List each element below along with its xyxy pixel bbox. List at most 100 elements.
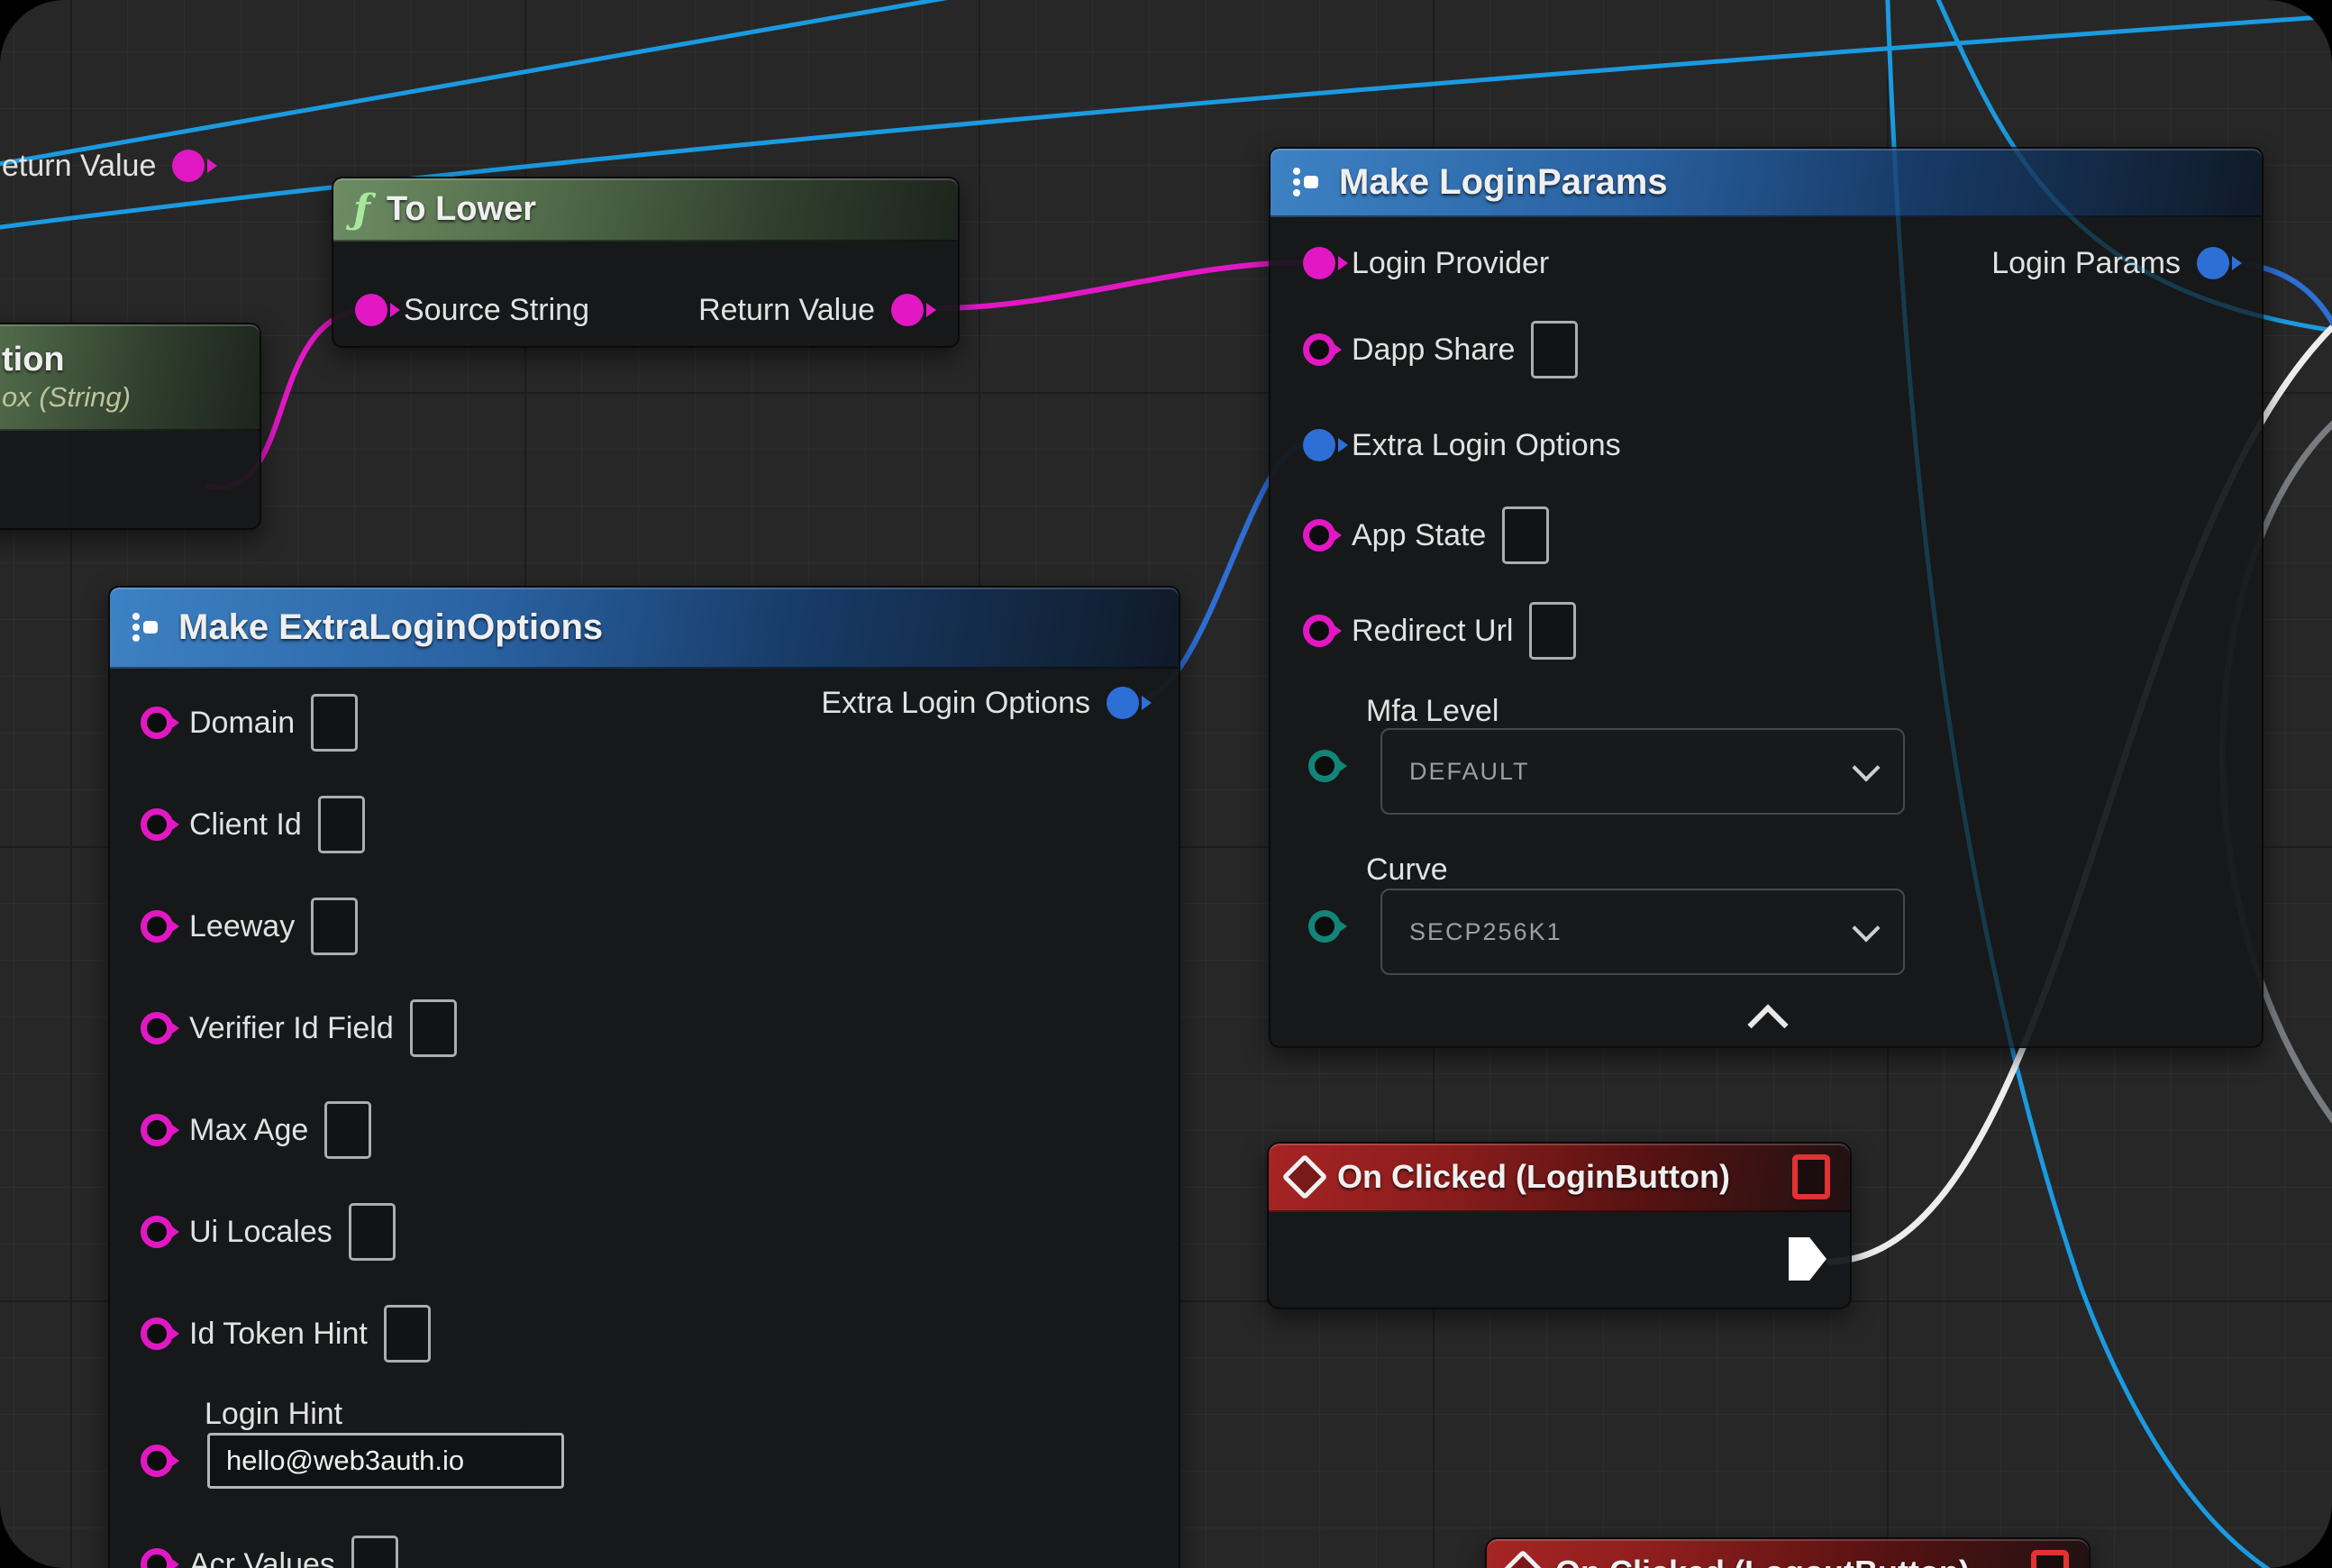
pin-row-id-token-hint: Id Token Hint	[141, 1308, 431, 1359]
node-title: Make ExtraLoginOptions	[178, 607, 603, 648]
acr-values-label: Acr Values	[189, 1547, 335, 1568]
node-title-fragment: tion	[2, 341, 65, 379]
pin-row-ui-locales: Ui Locales	[141, 1207, 396, 1257]
collapse-node-button[interactable]	[1747, 1004, 1788, 1044]
node-title: On Clicked (LogoutButton)	[1555, 1554, 2015, 1568]
node-to-lower-header[interactable]: ƒ To Lower	[333, 178, 958, 242]
node-make-login-params[interactable]: Make LoginParams Login Provider Login Pa…	[1269, 147, 2264, 1048]
id-token-hint-pin[interactable]	[141, 1317, 173, 1350]
node-on-clicked-logout-button[interactable]: On Clicked (LogoutButton)	[1485, 1537, 2091, 1568]
node-make-extra-login-options-header[interactable]: Make ExtraLoginOptions	[110, 588, 1179, 669]
source-string-pin[interactable]	[355, 294, 387, 326]
id-token-hint-value-box[interactable]	[384, 1305, 431, 1363]
app-state-value-box[interactable]	[1502, 506, 1549, 564]
client-id-label: Client Id	[189, 807, 302, 843]
dapp-share-value-box[interactable]	[1531, 321, 1578, 378]
redirect-url-label: Redirect Url	[1352, 614, 1513, 649]
ui-locales-label: Ui Locales	[189, 1215, 332, 1250]
curve-value: SECP256K1	[1409, 918, 1562, 946]
curve-label: Curve	[1366, 852, 1448, 888]
node-subtitle-fragment: ox (String)	[2, 381, 131, 414]
return-value-label: eturn Value	[2, 149, 156, 184]
graph-canvas[interactable]: tion ox (String) eturn Value ƒ To Lower …	[0, 0, 2332, 1568]
extra-login-options-out-label: Extra Login Options	[821, 686, 1090, 721]
login-hint-value: hello@web3auth.io	[226, 1445, 464, 1477]
pin-row-domain: Domain	[141, 697, 358, 748]
pin-row-login-provider: Login Provider	[1303, 238, 1549, 288]
acr-values-pin[interactable]	[141, 1548, 173, 1568]
redirect-url-value-box[interactable]	[1529, 602, 1576, 660]
curve-dropdown[interactable]: SECP256K1	[1380, 889, 1905, 975]
make-struct-icon	[1290, 163, 1323, 201]
node-title: Make LoginParams	[1339, 162, 1668, 203]
node-make-login-params-header[interactable]: Make LoginParams	[1271, 149, 2262, 217]
app-state-pin[interactable]	[1303, 519, 1335, 552]
event-diamond-icon	[1282, 1154, 1328, 1200]
extra-login-options-in-pin[interactable]	[1303, 429, 1335, 461]
source-string-label: Source String	[404, 293, 589, 328]
login-provider-pin[interactable]	[1303, 247, 1335, 279]
pin-row-leeway: Leeway	[141, 901, 358, 952]
leeway-pin[interactable]	[141, 910, 173, 943]
pin-row-verifier-id-field: Verifier Id Field	[141, 1003, 457, 1053]
node-title: To Lower	[387, 190, 536, 229]
pin-row-extra-login-options: Extra Login Options	[1303, 420, 1621, 470]
wire-magenta-mid[interactable]	[937, 262, 1308, 308]
leeway-value-box[interactable]	[311, 898, 358, 955]
node-get-selected-option-header[interactable]: tion ox (String)	[0, 324, 260, 431]
leeway-label: Leeway	[189, 909, 295, 944]
domain-pin[interactable]	[141, 707, 173, 739]
event-diamond-icon	[1500, 1550, 1546, 1568]
pin-row-login-params-out: Login Params	[1991, 238, 2229, 288]
extra-login-options-out-pin[interactable]	[1107, 687, 1139, 719]
dapp-share-pin[interactable]	[1303, 333, 1335, 366]
pin-row-app-state: App State	[1303, 510, 1549, 561]
login-provider-label: Login Provider	[1352, 246, 1549, 281]
node-title: On Clicked (LoginButton)	[1337, 1158, 1776, 1196]
verifier-id-field-pin[interactable]	[141, 1012, 173, 1044]
mfa-level-pin[interactable]	[1308, 750, 1341, 782]
node-on-clicked-login-button-header[interactable]: On Clicked (LoginButton)	[1269, 1144, 1850, 1212]
max-age-pin[interactable]	[141, 1114, 173, 1146]
domain-value-box[interactable]	[311, 694, 358, 752]
max-age-value-box[interactable]	[324, 1101, 371, 1159]
extra-login-options-in-label: Extra Login Options	[1352, 428, 1621, 463]
redirect-url-pin[interactable]	[1303, 615, 1335, 647]
login-params-out-pin[interactable]	[2197, 247, 2229, 279]
curve-pin[interactable]	[1308, 910, 1341, 943]
make-struct-icon	[130, 608, 162, 646]
verifier-id-field-label: Verifier Id Field	[189, 1011, 394, 1046]
pin-row-acr-values: Acr Values	[141, 1539, 398, 1568]
chevron-down-icon	[1852, 753, 1880, 781]
node-make-extra-login-options[interactable]: Make ExtraLoginOptions Extra Login Optio…	[108, 586, 1180, 1568]
pin-row-redirect-url: Redirect Url	[1303, 606, 1576, 656]
id-token-hint-label: Id Token Hint	[189, 1317, 368, 1352]
node-to-lower[interactable]: ƒ To Lower Source String Return Value	[332, 177, 960, 348]
node-on-clicked-logout-button-header[interactable]: On Clicked (LogoutButton)	[1487, 1539, 2089, 1568]
verifier-id-field-value-box[interactable]	[410, 999, 457, 1057]
delegate-pin-icon[interactable]	[2031, 1550, 2069, 1568]
delegate-pin-icon[interactable]	[1792, 1154, 1830, 1199]
return-value-pin[interactable]	[172, 150, 205, 182]
client-id-pin[interactable]	[141, 808, 173, 841]
domain-label: Domain	[189, 706, 295, 741]
mfa-level-value: DEFAULT	[1409, 758, 1530, 786]
mfa-level-label: Mfa Level	[1366, 694, 1498, 729]
chevron-down-icon	[1852, 914, 1880, 942]
dapp-share-label: Dapp Share	[1352, 333, 1515, 368]
pin-row-max-age: Max Age	[141, 1105, 371, 1155]
return-value-pin[interactable]	[891, 294, 924, 326]
mfa-level-dropdown[interactable]: DEFAULT	[1380, 728, 1905, 815]
login-hint-input[interactable]: hello@web3auth.io	[207, 1433, 564, 1489]
ui-locales-pin[interactable]	[141, 1216, 173, 1248]
acr-values-value-box[interactable]	[351, 1536, 398, 1568]
function-f-icon: ƒ	[353, 187, 370, 232]
node-on-clicked-login-button[interactable]: On Clicked (LoginButton)	[1267, 1142, 1852, 1309]
exec-output-pin[interactable]	[1789, 1237, 1826, 1281]
client-id-value-box[interactable]	[318, 796, 365, 853]
node-get-selected-option[interactable]: tion ox (String) eturn Value	[0, 323, 261, 530]
pin-row-client-id: Client Id	[141, 799, 365, 850]
login-hint-pin[interactable]	[141, 1445, 173, 1477]
return-value-label: Return Value	[698, 293, 875, 328]
ui-locales-value-box[interactable]	[349, 1203, 396, 1261]
